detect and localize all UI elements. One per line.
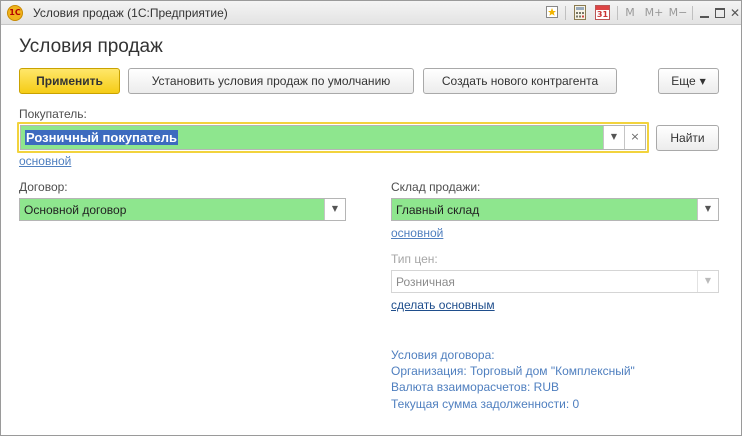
price-type-value: Розничная — [396, 275, 455, 289]
app-window: 1С Условия продаж (1С:Предприятие) 31 M … — [0, 0, 742, 436]
toolbar-separator — [617, 6, 618, 20]
make-main-link[interactable]: сделать основным — [391, 298, 495, 312]
window-title: Условия продаж (1С:Предприятие) — [33, 6, 228, 20]
contract-info-debt: Текущая сумма задолженности: 0 — [391, 397, 580, 411]
apply-button[interactable]: Применить — [19, 68, 120, 94]
title-bar: 1С Условия продаж (1С:Предприятие) 31 M … — [1, 1, 741, 25]
contract-dropdown-icon[interactable]: ▼ — [324, 199, 345, 220]
contract-info-currency: Валюта взаиморасчетов: RUB — [391, 380, 559, 394]
warehouse-value: Главный склад — [396, 203, 480, 217]
price-type-field: Розничная ▼ — [391, 270, 719, 293]
contract-info-heading: Условия договора: — [391, 348, 495, 362]
toolbar-separator — [692, 6, 693, 20]
buyer-clear-icon[interactable]: × — [624, 126, 645, 149]
memory-mminus-icon[interactable]: M− — [668, 5, 688, 21]
contract-info-organization: Организация: Торговый дом "Комплексный" — [391, 364, 635, 378]
calendar-icon[interactable]: 31 — [595, 5, 611, 21]
bookmark-icon[interactable] — [544, 5, 560, 21]
create-counterparty-button[interactable]: Создать нового контрагента — [423, 68, 617, 94]
buyer-value: Розничный покупатель — [25, 130, 178, 145]
price-type-dropdown-icon: ▼ — [697, 271, 718, 292]
find-button[interactable]: Найти — [656, 125, 719, 151]
buyer-main-link[interactable]: основной — [19, 154, 71, 168]
calendar-day: 31 — [596, 10, 609, 19]
chevron-down-icon: ▼ — [699, 77, 706, 86]
minimize-icon[interactable] — [699, 5, 711, 21]
calculator-icon[interactable] — [572, 5, 588, 21]
contract-value: Основной договор — [24, 203, 127, 217]
toolbar-separator — [565, 6, 566, 20]
page-title: Условия продаж — [19, 36, 163, 57]
warehouse-label: Склад продажи: — [391, 180, 481, 194]
contract-field[interactable]: Основной договор ▼ — [19, 198, 346, 221]
more-button[interactable]: Еще ▼ — [658, 68, 719, 94]
warehouse-dropdown-icon[interactable]: ▼ — [697, 199, 718, 220]
memory-mplus-icon[interactable]: M+ — [644, 5, 664, 21]
maximize-icon[interactable] — [714, 5, 726, 21]
buyer-dropdown-icon[interactable]: ▼ — [603, 126, 624, 149]
buyer-field[interactable]: Розничный покупатель ▼ × — [20, 125, 646, 150]
close-icon[interactable]: ✕ — [729, 5, 741, 21]
buyer-label: Покупатель: — [19, 107, 87, 121]
memory-m-icon[interactable]: M — [624, 5, 636, 21]
more-button-label: Еще — [671, 74, 696, 88]
contract-label: Договор: — [19, 180, 68, 194]
warehouse-main-link[interactable]: основной — [391, 226, 443, 240]
1c-logo-icon[interactable]: 1С — [7, 5, 23, 21]
set-default-conditions-button[interactable]: Установить условия продаж по умолчанию — [128, 68, 414, 94]
price-type-label: Тип цен: — [391, 252, 438, 266]
warehouse-field[interactable]: Главный склад ▼ — [391, 198, 719, 221]
